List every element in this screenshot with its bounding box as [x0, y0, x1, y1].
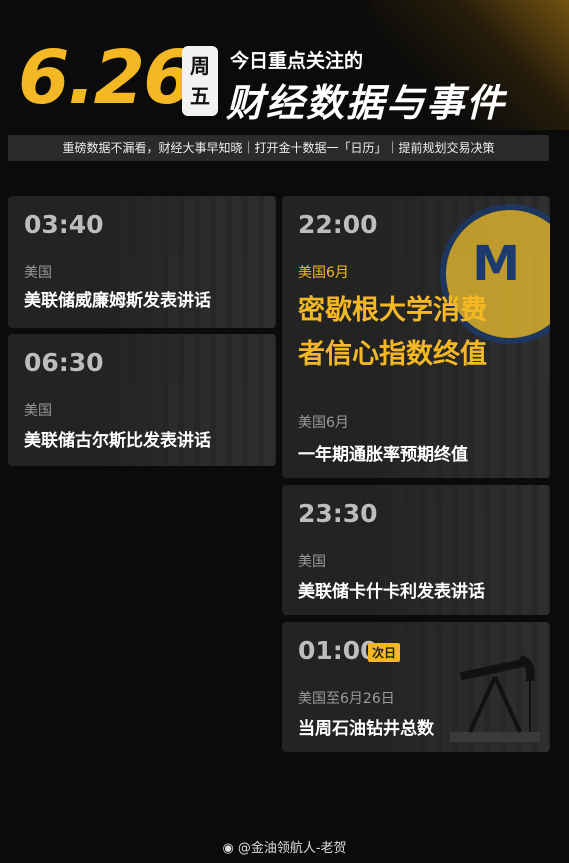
event-card-1[interactable]: 03:40 美国 美联储威廉姆斯发表讲话	[8, 196, 276, 328]
date-display: 6.26	[18, 35, 195, 121]
weekday-badge: 周 五	[182, 46, 218, 116]
event-region: 美国至6月26日	[298, 691, 395, 707]
event-card-4[interactable]: 23:30 美国 美联储卡什卡利发表讲话	[282, 485, 550, 615]
event-title-line1: 密歇根大学消费	[298, 295, 487, 326]
next-day-tag: 次日	[368, 643, 401, 662]
event-title: 美联储威廉姆斯发表讲话	[24, 291, 211, 311]
event-time: 01:00	[298, 636, 378, 665]
event-region: 美国	[24, 265, 52, 281]
event-card-2[interactable]: 06:30 美国 美联储古尔斯比发表讲话	[8, 334, 276, 466]
event-title-line2: 者信心指数终值	[298, 339, 487, 370]
event-time: 06:30	[24, 348, 104, 377]
event-time: 23:30	[298, 499, 378, 528]
event-region: 美国	[24, 403, 52, 419]
event-card-5[interactable]: 01:00 次日 美国至6月26日 当周石油钻井总数	[282, 622, 550, 752]
headline: 财经数据与事件	[226, 81, 507, 125]
event-title: 当周石油钻井总数	[298, 719, 434, 739]
event-region: 美国	[298, 554, 326, 570]
event-sub-title: 一年期通胀率预期终值	[298, 445, 468, 465]
event-time: 22:00	[298, 210, 378, 239]
weibo-icon: ◉	[222, 841, 234, 856]
event-card-3[interactable]: M 22:00 美国6月 密歇根大学消费 者信心指数终值 美国6月 一年期通胀率…	[282, 196, 550, 478]
footer-credit: ◉ @金油领航人-老贺	[0, 837, 569, 856]
event-title: 美联储古尔斯比发表讲话	[24, 431, 211, 451]
weekday-line2: 五	[190, 84, 210, 108]
event-title: 美联储卡什卡利发表讲话	[298, 582, 485, 602]
m-logo-icon: M	[472, 236, 520, 292]
event-sub-region: 美国6月	[298, 415, 349, 431]
event-time: 03:40	[24, 210, 104, 239]
info-banner: 重磅数据不漏看，财经大事早知晓｜打开金十数据一「日历」｜提前规划交易决策	[8, 135, 549, 161]
footer-text: @金油领航人-老贺	[237, 841, 347, 856]
weekday-line1: 周	[190, 54, 210, 78]
oil-pump-icon	[450, 655, 540, 742]
event-region: 美国6月	[298, 265, 349, 281]
subhead: 今日重点关注的	[230, 50, 364, 72]
